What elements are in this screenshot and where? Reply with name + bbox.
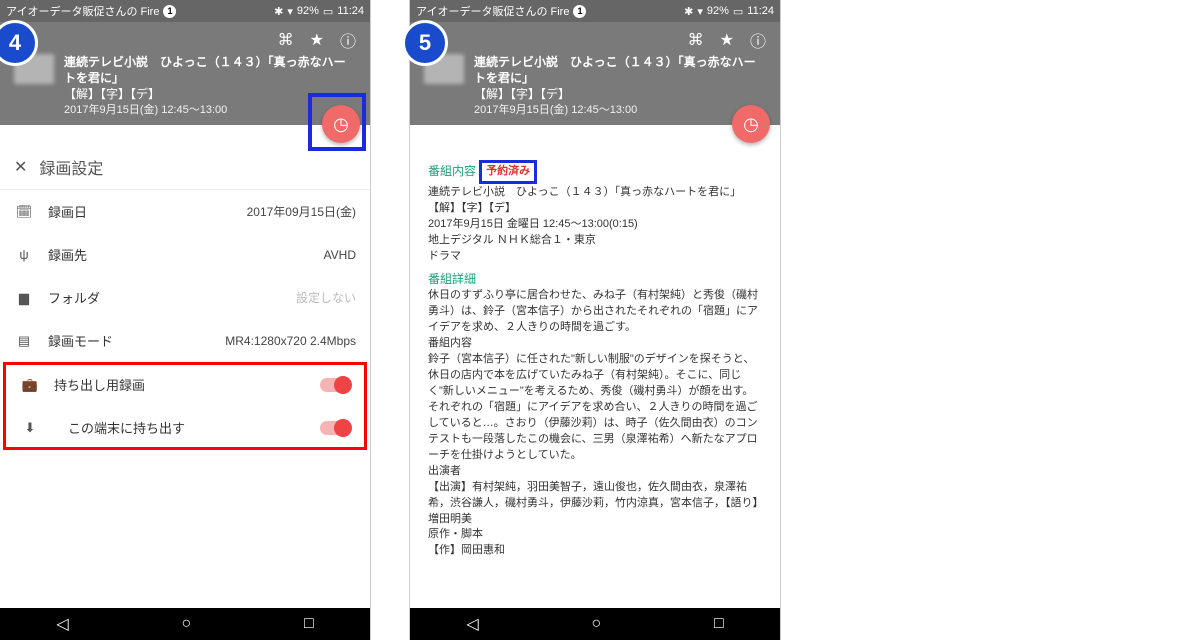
wifi-icon: ▾ [287, 5, 293, 18]
wifi-icon: ▾ [697, 5, 703, 18]
switch-to-device[interactable] [320, 421, 350, 435]
bluetooth-icon: ✱ [274, 5, 283, 18]
switch-takeout[interactable] [320, 378, 350, 392]
status-bar: アイオーデータ販促さんの Fire1 ✱ ▾ 92% ▭ 11:24 [410, 0, 780, 22]
step-badge: 5 [402, 20, 448, 66]
program-header: ⌘ ★ ⓘ 連続テレビ小説 ひよっこ（１４３）「真っ赤なハートを君に」 【解】【… [410, 22, 780, 125]
recent-icon[interactable]: □ [714, 615, 724, 633]
battery-icon: ▭ [733, 5, 743, 18]
home-icon[interactable]: ○ [181, 615, 191, 633]
program-info-body: 番組内容 予約済み 連続テレビ小説 ひよっこ（１４３）「真っ赤なハートを君に」【… [410, 147, 780, 573]
program-header: ⌘ ★ ⓘ 連続テレビ小説 ひよっこ（１４３）「真っ赤なハートを君に」 【解】【… [0, 22, 370, 125]
settings-header: ✕ 録画設定 [0, 145, 370, 190]
screenshot-step-5: 5 アイオーデータ販促さんの Fire1 ✱ ▾ 92% ▭ 11:24 ⌘ ★… [410, 0, 780, 640]
section-detail: 番組詳細 [428, 271, 762, 288]
android-navbar: ◁ ○ □ [0, 608, 370, 640]
row-to-device[interactable]: ⬇ この端末に持ち出す [6, 406, 364, 447]
android-navbar: ◁ ○ □ [410, 608, 780, 640]
battery-icon: ▭ [323, 5, 333, 18]
program-datetime: 2017年9月15日(金) 12:45～13:00 [474, 103, 766, 118]
recent-icon[interactable]: □ [304, 615, 314, 633]
usb-icon: ψ [14, 247, 34, 262]
row-record-date[interactable]: 🗓 録画日 2017年09月15日(金) [0, 190, 370, 233]
status-bar: アイオーデータ販促さんの Fire1 ✱ ▾ 92% ▭ 11:24 [0, 0, 370, 22]
back-icon[interactable]: ◁ [56, 614, 68, 634]
close-icon[interactable]: ✕ [14, 157, 27, 177]
star-icon[interactable]: ★ [720, 30, 734, 50]
bluetooth-icon: ✱ [684, 5, 693, 18]
row-record-dest[interactable]: ψ 録画先 AVHD [0, 233, 370, 276]
info-icon[interactable]: ⓘ [750, 28, 766, 52]
cast-icon[interactable]: ⌘ [278, 30, 294, 50]
briefcase-icon: 💼 [20, 377, 40, 393]
reserved-badge: 予約済み [479, 160, 537, 184]
highlight-box-blue [308, 93, 366, 151]
folder-icon: ▆ [14, 290, 34, 306]
highlight-box-red: 💼 持ち出し用録画 ⬇ この端末に持ち出す [3, 362, 367, 450]
screenshot-step-4: 4 アイオーデータ販促さんの Fire1 ✱ ▾ 92% ▭ 11:24 ⌘ ★… [0, 0, 370, 640]
calendar-icon: 🗓 [14, 204, 34, 220]
info-icon[interactable]: ⓘ [340, 28, 356, 52]
row-takeout[interactable]: 💼 持ち出し用録画 [6, 365, 364, 406]
row-folder[interactable]: ▆ フォルダ 設定しない [0, 276, 370, 319]
home-icon[interactable]: ○ [591, 615, 601, 633]
program-title: 連続テレビ小説 ひよっこ（１４３）「真っ赤なハートを君に」 [474, 54, 766, 86]
row-mode[interactable]: ▤ 録画モード MR4:1280x720 2.4Mbps [0, 319, 370, 362]
star-icon[interactable]: ★ [310, 30, 324, 50]
cast-icon[interactable]: ⌘ [688, 30, 704, 50]
section-content: 番組内容 [428, 164, 476, 178]
program-tags: 【解】【字】【デ】 [474, 86, 766, 102]
clock-icon: ◷ [743, 114, 759, 135]
download-icon: ⬇ [20, 420, 40, 436]
record-fab[interactable]: ◷ [732, 105, 770, 143]
program-title: 連続テレビ小説 ひよっこ（１４３）「真っ赤なハートを君に」 [64, 54, 356, 86]
layers-icon: ▤ [14, 333, 34, 349]
back-icon[interactable]: ◁ [466, 614, 478, 634]
